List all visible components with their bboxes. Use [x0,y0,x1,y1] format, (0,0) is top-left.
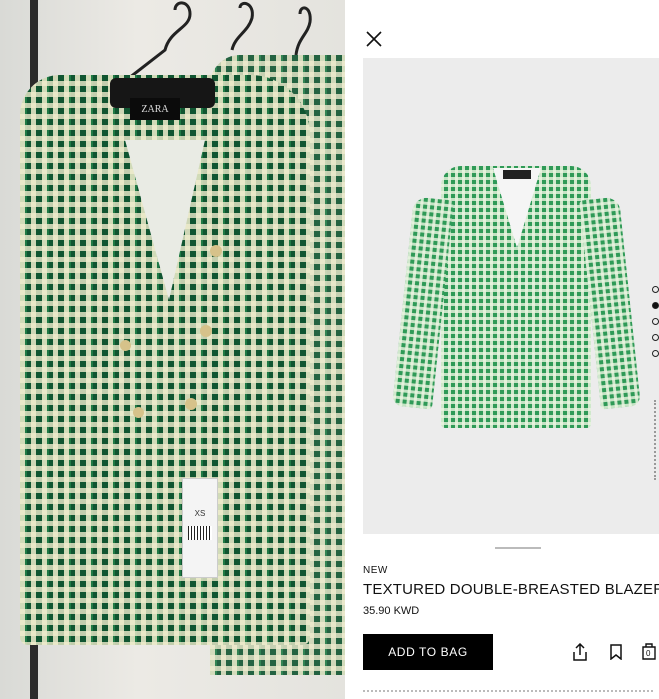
close-icon[interactable] [363,28,385,50]
add-to-bag-button[interactable]: ADD TO BAG [363,634,493,670]
blazer-button [120,340,131,351]
blazer-button [200,325,212,337]
brand-label: ZARA [130,98,180,120]
product-panel: NEW TEXTURED DOUBLE-BREASTED BLAZER 35.9… [345,0,659,699]
gallery-dot[interactable] [652,334,659,341]
gallery-dot[interactable] [652,286,659,293]
gallery-dot[interactable] [652,350,659,357]
new-badge: NEW [363,565,388,576]
product-price: 35.90 KWD [363,605,420,617]
bag-icon[interactable]: 0 [642,640,659,664]
product-label [503,170,531,179]
share-icon[interactable] [570,641,590,663]
blazer-button [210,245,222,257]
gallery-dot-active[interactable] [652,302,659,309]
size-tag-text: XS [194,509,206,518]
bookmark-icon[interactable] [607,641,625,663]
price-tag: XS [182,478,218,578]
blazer-button [133,407,144,418]
photo-blazer-on-hanger: ZARA XS [0,0,345,699]
barcode [188,526,212,540]
bag-count: 0 [646,649,651,658]
product-image[interactable] [363,58,659,534]
blazer-button [185,398,197,410]
gallery-dots [652,286,659,366]
gallery-dot[interactable] [652,318,659,325]
drag-handle[interactable] [495,547,541,549]
product-title: TEXTURED DOUBLE-BREASTED BLAZER [363,581,659,598]
side-scroll-text [654,400,659,480]
description-preview [363,690,653,695]
